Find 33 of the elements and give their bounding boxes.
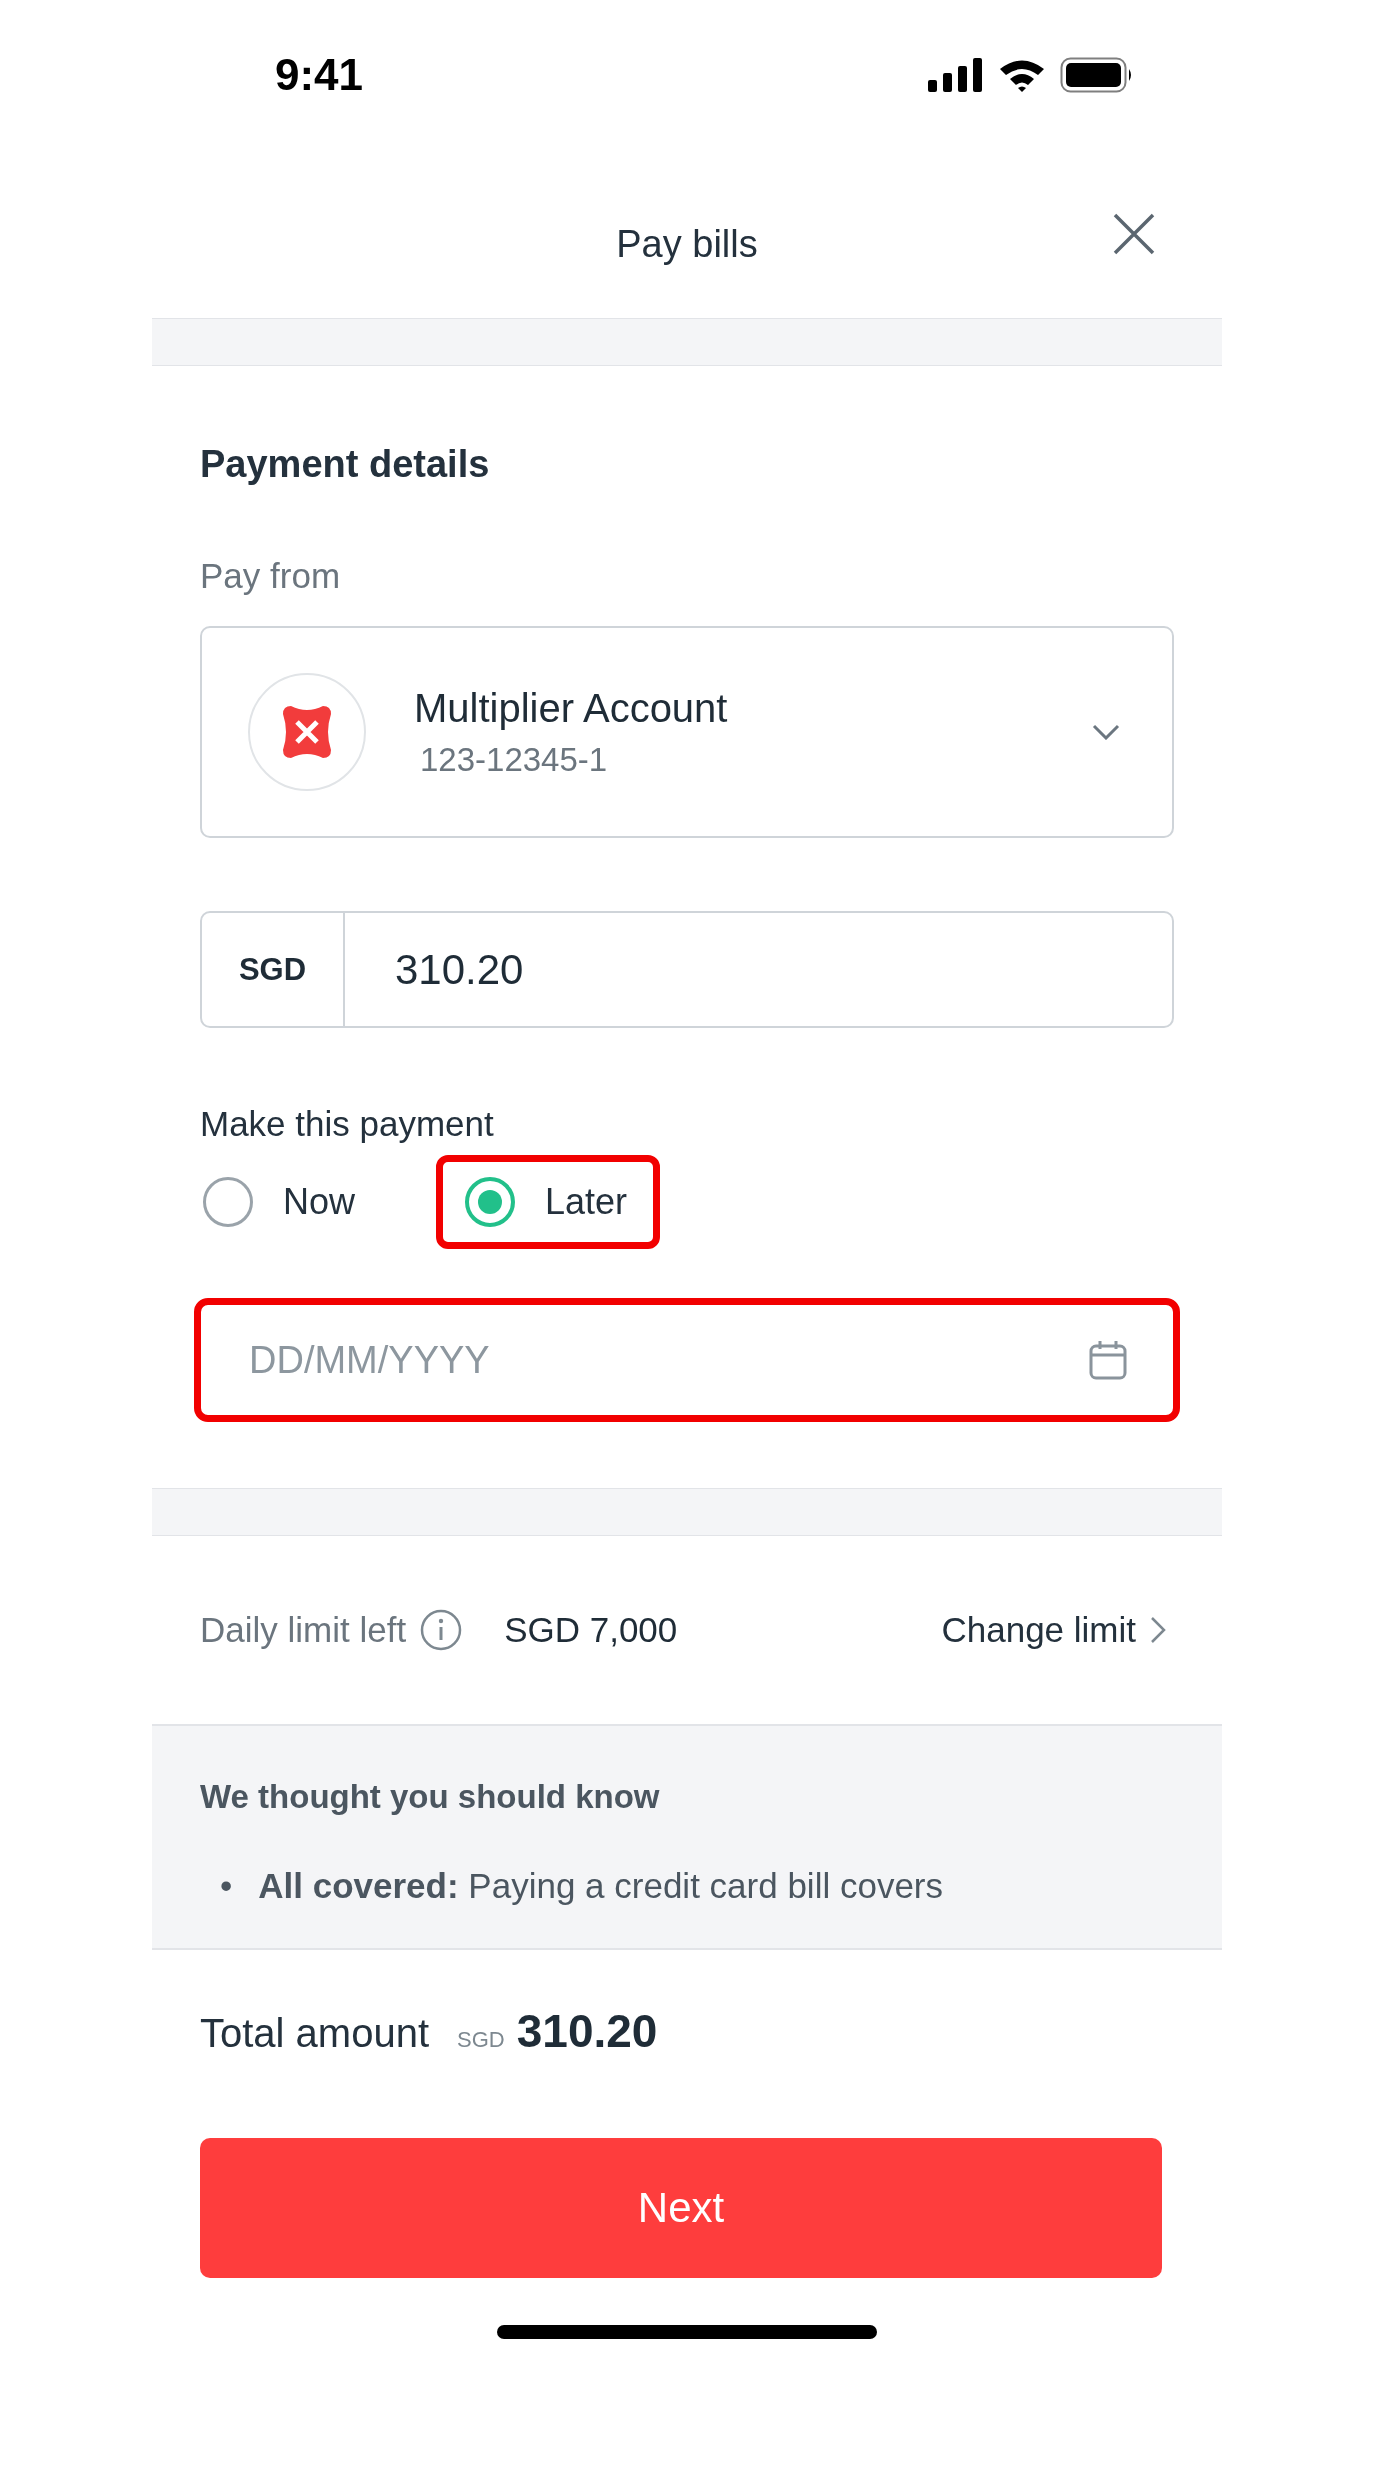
signal-icon <box>928 58 984 92</box>
amount-field[interactable]: SGD 310.20 <box>200 911 1174 1028</box>
limit-value: SGD 7,000 <box>504 1610 678 1650</box>
radio-option[interactable]: Now <box>174 1155 389 1249</box>
bank-logo-icon <box>248 673 366 791</box>
account-name: Multiplier Account <box>414 685 729 731</box>
radio-option[interactable]: Later <box>436 1155 661 1249</box>
change-limit-link[interactable]: Change limit <box>941 1610 1136 1650</box>
chevron-down-icon <box>1092 724 1120 740</box>
account-selector[interactable]: Multiplier Account 123-12345-1 <box>200 626 1174 838</box>
close-icon[interactable] <box>1112 212 1156 256</box>
field-label: Pay from <box>200 556 342 596</box>
amount-value: 310.20 <box>395 945 524 994</box>
currency-label: SGD <box>202 913 345 1026</box>
total-value: 310.20 <box>516 2004 658 2058</box>
status-time: 9:41 <box>275 50 364 100</box>
section-heading: Payment details <box>200 443 491 486</box>
bullet: • <box>220 1866 233 1906</box>
next-button[interactable]: Next <box>200 2138 1162 2278</box>
chevron-right-icon <box>1150 1616 1166 1644</box>
total-label: Total amount <box>200 2011 430 2056</box>
wifi-icon <box>998 58 1046 92</box>
date-field[interactable]: DD/MM/YYYY <box>194 1298 1180 1422</box>
currency-label: SGD <box>457 2027 505 2053</box>
limit-label: Daily limit left <box>200 1610 407 1650</box>
battery-icon <box>1060 57 1134 93</box>
info-icon[interactable] <box>420 1609 463 1651</box>
screen-title: Pay bills <box>616 222 758 266</box>
notice-text: All covered: Paying a credit card bill covers <box>258 1866 943 1906</box>
account-number: 123-12345-1 <box>420 740 609 779</box>
calendar-icon <box>1088 1339 1128 1381</box>
field-label: Make this payment <box>200 1104 495 1144</box>
notice-heading: We thought you should know <box>200 1778 661 1816</box>
